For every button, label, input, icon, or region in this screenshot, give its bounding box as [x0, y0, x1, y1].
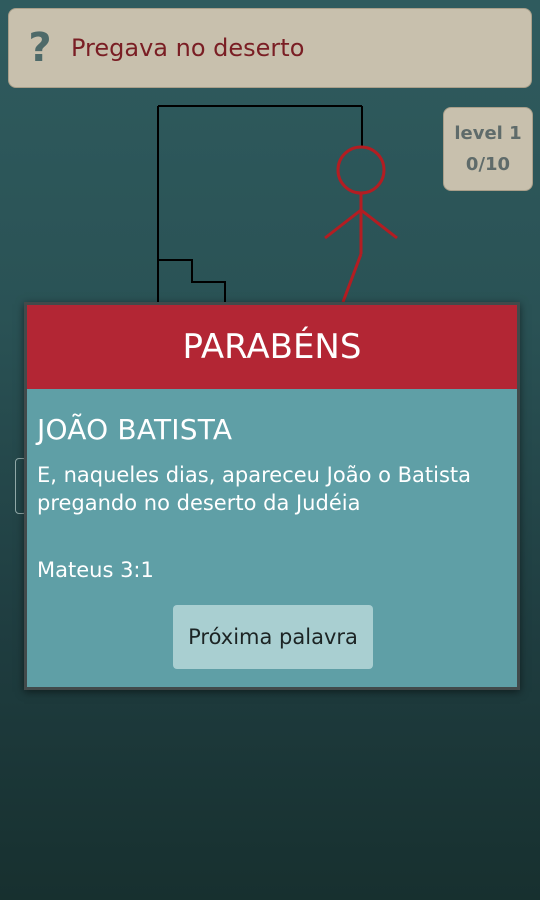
- gallows-steps: [158, 259, 226, 302]
- verse-reference: Mateus 3:1: [37, 558, 154, 582]
- hangman-right-arm: [360, 208, 398, 240]
- dialog-header: PARABÉNS: [27, 305, 517, 389]
- dialog-title: PARABÉNS: [182, 327, 362, 367]
- hangman-figure: [324, 145, 398, 303]
- hangman-left-arm: [324, 208, 362, 240]
- level-label: level 1: [454, 123, 522, 144]
- hangman-head: [336, 145, 386, 195]
- hangman-left-leg: [341, 253, 363, 303]
- gallows-structure: [157, 105, 363, 302]
- verse-text: E, naqueles dias, apareceu João o Batist…: [37, 463, 472, 515]
- level-progress: 0/10: [465, 154, 511, 175]
- congratulations-dialog: PARABÉNS JOÃO BATISTA E, naqueles dias, …: [24, 302, 520, 690]
- answer-word: JOÃO BATISTA: [37, 413, 233, 446]
- level-indicator: level 1 0/10: [443, 107, 533, 191]
- next-word-button[interactable]: Próxima palavra: [173, 605, 373, 669]
